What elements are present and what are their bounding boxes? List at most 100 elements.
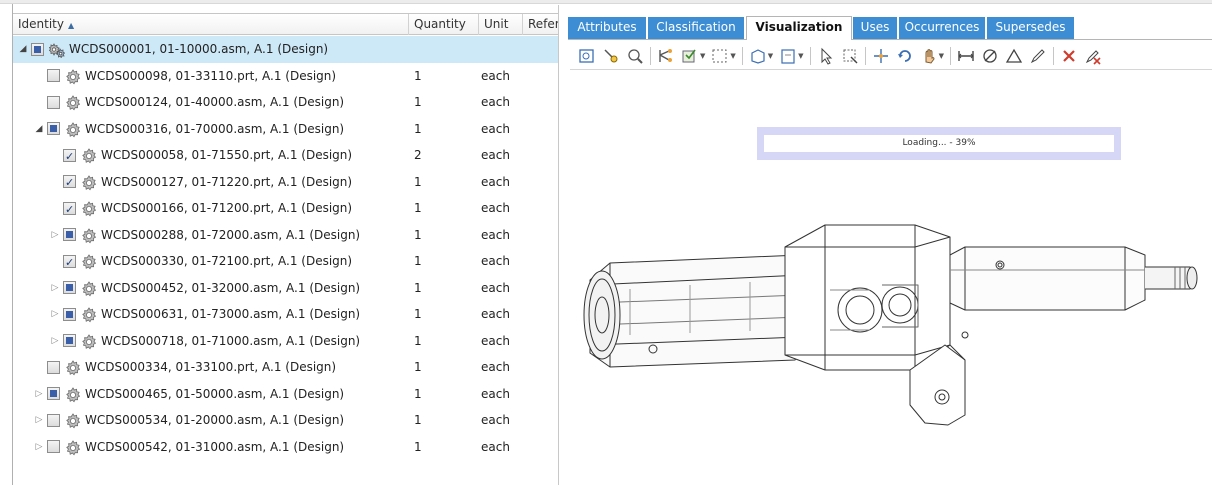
tab-supersedes[interactable]: Supersedes [987, 17, 1075, 39]
collapse-toggle-icon[interactable]: ◢ [17, 36, 29, 62]
row-identity-label[interactable]: WCDS000288, 01-72000.asm, A.1 (Design) [101, 222, 360, 248]
zoom-window-icon[interactable] [578, 47, 596, 65]
measure-distance-icon[interactable] [957, 47, 975, 65]
tab-attributes[interactable]: Attributes [568, 17, 647, 39]
row-checkbox[interactable] [47, 387, 60, 401]
row-identity-label[interactable]: WCDS000534, 01-20000.asm, A.1 (Design) [85, 407, 344, 433]
expand-toggle-icon[interactable]: ▷ [33, 434, 45, 460]
cad-model-viewport[interactable] [570, 185, 1212, 455]
table-row[interactable]: ▷ WCDS000631, 01-73000.asm, A.1 (Design) 1… [13, 301, 558, 328]
table-row[interactable]: ▷ WCDS000534, 01-20000.asm, A.1 (Design) 1… [13, 407, 558, 434]
delete-icon[interactable] [1060, 47, 1078, 65]
expand-toggle-icon[interactable]: ▷ [49, 275, 61, 301]
explode-icon[interactable] [872, 47, 890, 65]
row-checkbox[interactable] [63, 250, 76, 275]
row-checkbox[interactable] [47, 440, 60, 454]
row-checkbox[interactable] [47, 95, 60, 109]
display-mode-icon[interactable] [749, 47, 767, 65]
row-identity-label[interactable]: WCDS000718, 01-71000.asm, A.1 (Design) [101, 328, 360, 354]
row-checkbox[interactable] [63, 228, 76, 242]
expand-toggle-icon[interactable]: ▷ [49, 301, 61, 327]
identity-cell: ▷ WCDS000542, 01-31000.asm, A.1 (Design) [13, 434, 409, 461]
column-header-quantity[interactable]: Quantity [409, 14, 479, 35]
expand-toggle-icon[interactable]: ▷ [49, 222, 61, 248]
row-checkbox[interactable] [63, 307, 76, 321]
collapse-toggle-icon[interactable]: ◢ [33, 116, 45, 142]
table-row[interactable]: WCDS000058, 01-71550.prt, A.1 (Design) 2 e… [13, 142, 558, 169]
row-identity-label[interactable]: WCDS000465, 01-50000.asm, A.1 (Design) [85, 381, 344, 407]
selection-box-icon[interactable] [711, 47, 729, 65]
row-checkbox[interactable] [47, 413, 60, 427]
pan-icon[interactable] [920, 47, 938, 65]
dropdown-arrow-icon[interactable]: ▼ [730, 52, 735, 60]
table-row[interactable]: ◢ WCDS000001, 01-10000.asm, A.1 (Design) [13, 36, 558, 63]
table-row[interactable]: WCDS000124, 01-40000.asm, A.1 (Design) 1 e… [13, 89, 558, 116]
row-identity-label[interactable]: WCDS000330, 01-72100.prt, A.1 (Design) [101, 248, 352, 274]
column-header-reference[interactable]: Refer [523, 14, 558, 35]
view-state-icon[interactable] [681, 47, 699, 65]
row-checkbox[interactable] [63, 281, 76, 295]
tab-occurrences[interactable]: Occurrences [899, 17, 986, 39]
dropdown-arrow-icon[interactable]: ▼ [939, 52, 944, 60]
view-orientation-icon[interactable] [779, 47, 797, 65]
table-row[interactable]: ▷ WCDS000288, 01-72000.asm, A.1 (Design) 1… [13, 222, 558, 249]
column-header-unit[interactable]: Unit [479, 14, 523, 35]
identity-cell: WCDS000098, 01-33110.prt, A.1 (Design) [13, 63, 409, 90]
row-checkbox[interactable] [31, 42, 44, 56]
row-identity-label[interactable]: WCDS000058, 01-71550.prt, A.1 (Design) [101, 142, 352, 168]
row-checkbox[interactable] [63, 170, 76, 195]
unit-cell: each [481, 307, 510, 321]
table-row[interactable]: ▷ WCDS000542, 01-31000.asm, A.1 (Design) 1… [13, 434, 558, 461]
table-row[interactable]: WCDS000334, 01-33100.prt, A.1 (Design) 1 e… [13, 354, 558, 381]
visualization-toolbar: ▼ ▼ ▼ ▼ ▼ [570, 42, 1212, 70]
row-identity-label[interactable]: WCDS000631, 01-73000.asm, A.1 (Design) [101, 301, 360, 327]
table-row[interactable]: WCDS000330, 01-72100.prt, A.1 (Design) 1 e… [13, 248, 558, 275]
row-checkbox[interactable] [47, 69, 60, 83]
expand-toggle-icon[interactable]: ▷ [49, 328, 61, 354]
row-identity-label[interactable]: WCDS000334, 01-33100.prt, A.1 (Design) [85, 354, 336, 380]
table-row[interactable]: ▷ WCDS000465, 01-50000.asm, A.1 (Design) 1… [13, 381, 558, 408]
dropdown-arrow-icon[interactable]: ▼ [768, 52, 773, 60]
dropdown-arrow-icon[interactable]: ▼ [700, 52, 705, 60]
structure-tree-table: Identity ▲ Quantity Unit Refer ◢ WCDS00000… [13, 5, 559, 485]
quantity-cell: 1 [414, 121, 422, 136]
measure-diameter-icon[interactable] [981, 47, 999, 65]
table-row[interactable]: WCDS000127, 01-71220.prt, A.1 (Design) 1 e… [13, 169, 558, 195]
tab-visualization[interactable]: Visualization [746, 16, 852, 40]
table-row[interactable]: ▷ WCDS000452, 01-32000.asm, A.1 (Design) 1… [13, 275, 558, 302]
zoom-selected-icon[interactable] [602, 47, 620, 65]
table-row[interactable]: ◢ WCDS000316, 01-70000.asm, A.1 (Design) 1… [13, 116, 558, 143]
row-checkbox[interactable] [63, 197, 76, 222]
row-identity-label[interactable]: WCDS000127, 01-71220.prt, A.1 (Design) [101, 169, 352, 195]
table-row[interactable]: WCDS000166, 01-71200.prt, A.1 (Design) 1 e… [13, 195, 558, 222]
row-identity-label[interactable]: WCDS000452, 01-32000.asm, A.1 (Design) [101, 275, 360, 301]
row-checkbox[interactable] [47, 122, 60, 136]
part-gear-icon [65, 94, 81, 111]
expand-toggle-icon[interactable]: ▷ [33, 381, 45, 407]
table-row[interactable]: ▷ WCDS000718, 01-71000.asm, A.1 (Design) 1… [13, 328, 558, 355]
row-identity-label[interactable]: WCDS000098, 01-33110.prt, A.1 (Design) [85, 63, 336, 89]
row-identity-label[interactable]: WCDS000124, 01-40000.asm, A.1 (Design) [85, 89, 344, 115]
row-checkbox[interactable] [47, 360, 60, 374]
row-identity-label[interactable]: WCDS000001, 01-10000.asm, A.1 (Design) [69, 36, 328, 62]
row-identity-label[interactable]: WCDS000542, 01-31000.asm, A.1 (Design) [85, 434, 344, 460]
row-checkbox[interactable] [63, 334, 76, 348]
column-header-identity[interactable]: Identity ▲ [13, 14, 409, 35]
annotate-icon[interactable] [1029, 47, 1047, 65]
tab-uses[interactable]: Uses [853, 17, 898, 39]
tab-classification[interactable]: Classification [648, 17, 745, 39]
row-checkbox[interactable] [63, 144, 76, 169]
row-identity-label[interactable]: WCDS000316, 01-70000.asm, A.1 (Design) [85, 116, 344, 142]
rotate-icon[interactable] [896, 47, 914, 65]
zoom-fit-icon[interactable] [626, 47, 644, 65]
table-row[interactable]: WCDS000098, 01-33110.prt, A.1 (Design) 1 e… [13, 63, 558, 90]
measure-angle-icon[interactable] [1005, 47, 1023, 65]
row-identity-label[interactable]: WCDS000166, 01-71200.prt, A.1 (Design) [101, 195, 352, 221]
left-splitter[interactable] [0, 4, 13, 485]
clear-markup-icon[interactable] [1084, 47, 1102, 65]
pointer-icon[interactable] [817, 47, 835, 65]
box-select-icon[interactable] [841, 47, 859, 65]
expand-toggle-icon[interactable]: ▷ [33, 407, 45, 433]
structure-icon[interactable] [657, 47, 675, 65]
dropdown-arrow-icon[interactable]: ▼ [798, 52, 803, 60]
